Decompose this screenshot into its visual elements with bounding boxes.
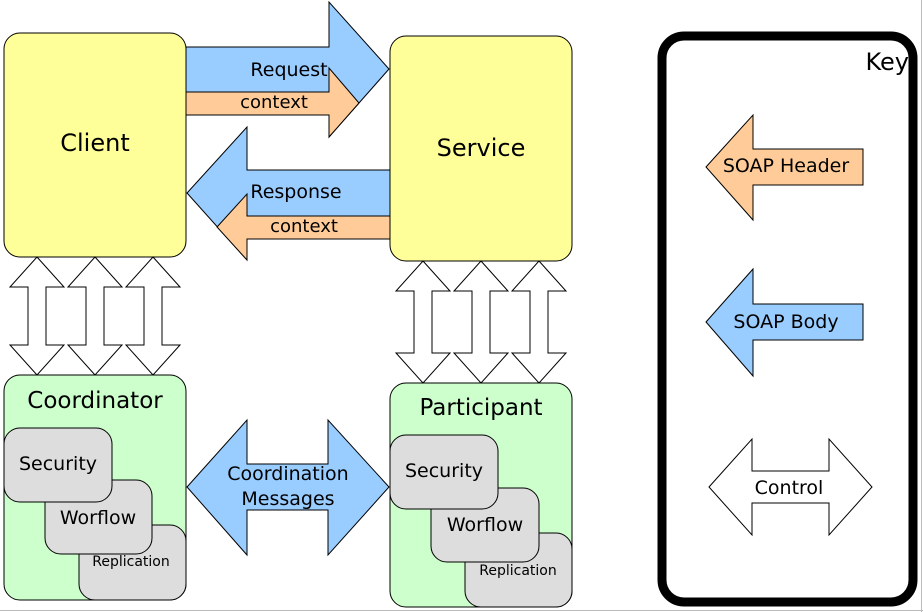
control-arrow-right-2	[452, 260, 510, 384]
coordination-label-line1: Coordination	[227, 463, 348, 485]
coordinator-module-replication-label: Replication	[92, 554, 169, 570]
control-arrow-left-1	[8, 256, 66, 376]
key-title: Key	[865, 48, 909, 76]
participant-module-replication-label: Replication	[479, 563, 556, 579]
control-arrow-left-3	[124, 256, 182, 376]
client-coordinator-controls	[8, 256, 182, 376]
control-arrow-left-2	[66, 256, 124, 376]
control-arrow-right-3	[510, 260, 568, 384]
coordination-label-line2: Messages	[241, 488, 334, 510]
participant-module-workflow-label: Worflow	[447, 514, 523, 536]
diagram-canvas: Request context Response context Client …	[0, 0, 923, 612]
coordinator-module-workflow-label: Worflow	[60, 507, 136, 529]
key-soap-header-label: SOAP Header	[723, 155, 850, 177]
coordinator-label: Coordinator	[27, 388, 163, 414]
service-participant-controls	[394, 260, 568, 384]
service-label: Service	[437, 134, 526, 162]
coordinator-module-security-label: Security	[19, 453, 97, 475]
control-arrow-right-1	[394, 260, 452, 384]
request-context-label: context	[240, 92, 308, 113]
client-label: Client	[60, 129, 129, 157]
key-soap-body-label: SOAP Body	[733, 311, 838, 333]
participant-module-security-label: Security	[405, 460, 483, 482]
request-label: Request	[250, 59, 327, 81]
participant-label: Participant	[419, 395, 542, 421]
response-context-label: context	[270, 216, 338, 237]
response-label: Response	[250, 181, 341, 203]
key-control-label: Control	[755, 477, 824, 499]
